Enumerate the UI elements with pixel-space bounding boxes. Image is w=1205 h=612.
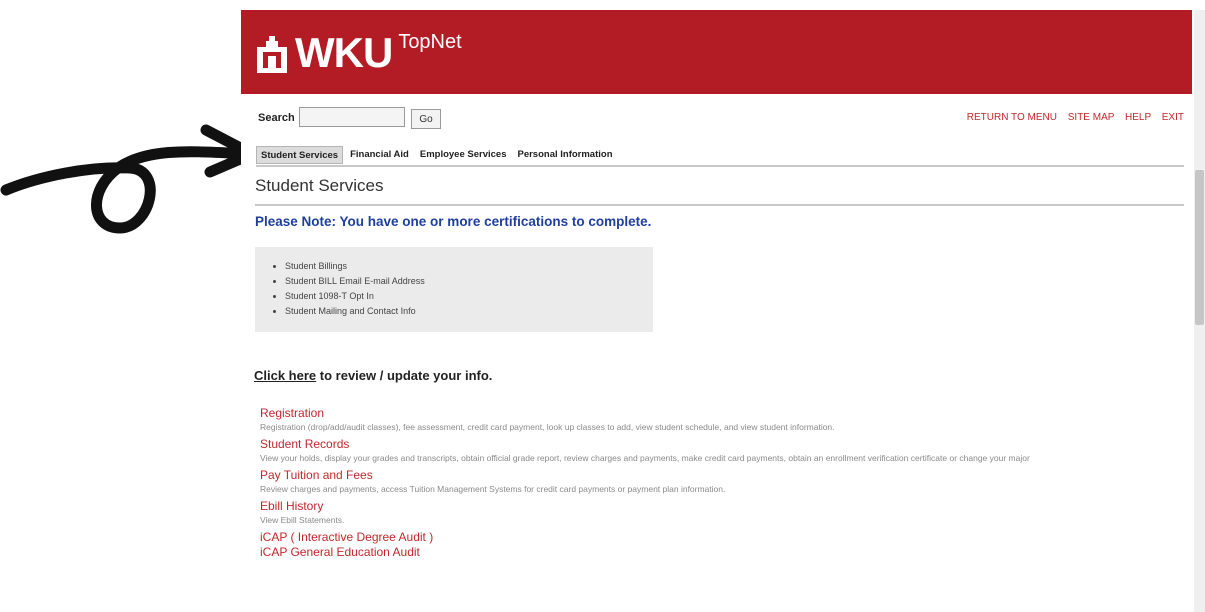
title-divider	[255, 204, 1184, 206]
review-info-text: to review / update your info.	[316, 368, 493, 383]
search-label: Search	[258, 112, 295, 124]
pay-tuition-description: Review charges and payments, access Tuit…	[260, 484, 726, 494]
student-records-description: View your holds, display your grades and…	[260, 453, 1030, 463]
menu-item-ebill-history: Ebill History View Ebill Statements.	[260, 499, 1185, 527]
menu-item-icap: iCAP ( Interactive Degree Audit )	[260, 530, 1185, 545]
topnet-page: WKU TopNet Search Go RETURN TO MENU SITE…	[241, 10, 1192, 612]
click-here-link[interactable]: Click here	[254, 368, 316, 383]
menu-item-pay-tuition: Pay Tuition and Fees Review charges and …	[260, 468, 1185, 496]
site-map-link[interactable]: SITE MAP	[1068, 112, 1115, 123]
registration-link[interactable]: Registration	[260, 406, 1185, 421]
ebill-history-link[interactable]: Ebill History	[260, 499, 1185, 514]
services-menu: Registration Registration (drop/add/audi…	[260, 406, 1185, 560]
certification-list-box: Student Billings Student BILL Email E-ma…	[255, 247, 653, 332]
search-input[interactable]	[299, 107, 405, 127]
certification-item: Student Billings	[285, 259, 653, 274]
icap-gen-ed-link[interactable]: iCAP General Education Audit	[260, 545, 1185, 560]
scrollbar-thumb[interactable]	[1195, 170, 1204, 325]
cupola-logo-icon	[257, 36, 287, 73]
review-info-line: Click here to review / update your info.	[254, 368, 492, 383]
certification-item: Student 1098-T Opt In	[285, 289, 653, 304]
top-links: RETURN TO MENU SITE MAP HELP EXIT	[959, 112, 1184, 123]
exit-link[interactable]: EXIT	[1162, 112, 1184, 123]
registration-description: Registration (drop/add/audit classes), f…	[260, 422, 835, 432]
tab-bar: Student Services Financial Aid Employee …	[256, 146, 620, 164]
logo-topnet-text: TopNet	[398, 31, 462, 53]
tab-personal-information[interactable]: Personal Information	[513, 146, 616, 164]
toolbar: Search Go RETURN TO MENU SITE MAP HELP E…	[241, 104, 1192, 134]
pay-tuition-link[interactable]: Pay Tuition and Fees	[260, 468, 1185, 483]
ebill-history-description: View Ebill Statements.	[260, 515, 345, 525]
menu-item-student-records: Student Records View your holds, display…	[260, 437, 1185, 465]
return-to-menu-link[interactable]: RETURN TO MENU	[967, 112, 1057, 123]
tab-employee-services[interactable]: Employee Services	[416, 146, 511, 164]
help-link[interactable]: HELP	[1125, 112, 1151, 123]
logo-wku-text: WKU	[295, 29, 393, 76]
student-records-link[interactable]: Student Records	[260, 437, 1185, 452]
certification-item: Student Mailing and Contact Info	[285, 304, 653, 319]
certification-item: Student BILL Email E-mail Address	[285, 274, 653, 289]
icap-link[interactable]: iCAP ( Interactive Degree Audit )	[260, 530, 1185, 545]
page-title: Student Services	[255, 176, 384, 195]
tab-divider	[256, 165, 1184, 167]
menu-item-icap-gen-ed: iCAP General Education Audit	[260, 545, 1185, 560]
wku-logo[interactable]: WKU TopNet	[255, 28, 462, 74]
hand-drawn-arrow-icon	[0, 124, 258, 234]
vertical-scrollbar[interactable]	[1194, 10, 1205, 612]
menu-item-registration: Registration Registration (drop/add/audi…	[260, 406, 1185, 434]
header-banner: WKU TopNet	[241, 10, 1192, 94]
go-button[interactable]: Go	[411, 109, 441, 129]
tab-financial-aid[interactable]: Financial Aid	[346, 146, 413, 164]
certification-note: Please Note: You have one or more certif…	[255, 214, 652, 229]
tab-student-services[interactable]: Student Services	[256, 146, 344, 164]
